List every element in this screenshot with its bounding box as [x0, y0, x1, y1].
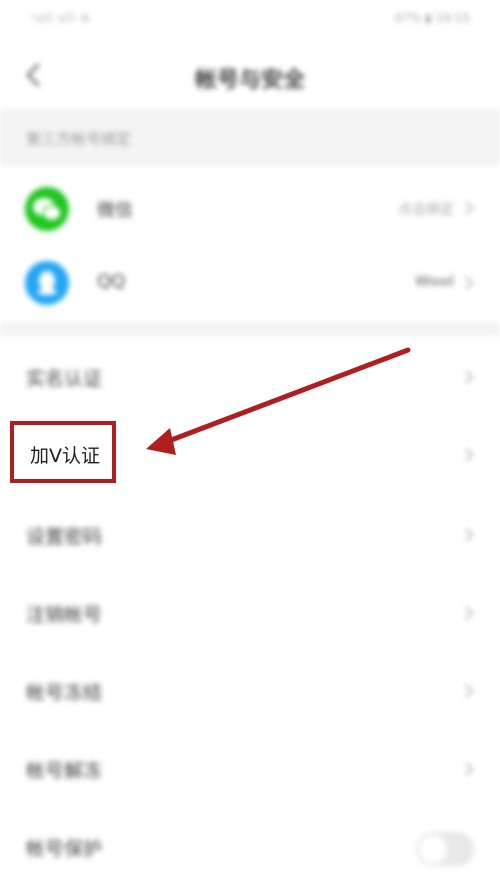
section-divider — [0, 322, 500, 336]
chevron-right-icon — [465, 276, 474, 290]
qq-binding-row[interactable]: QQ Wool — [0, 240, 500, 326]
qq-icon — [25, 261, 69, 305]
section-title: 第三方帐号绑定 — [26, 130, 132, 148]
wechat-icon — [25, 187, 69, 231]
chevron-right-icon — [465, 528, 474, 542]
real-name-verification-row[interactable]: 实名认证 — [0, 338, 500, 416]
unfreeze-account-row[interactable]: 帐号解冻 — [0, 730, 500, 808]
list-item-label: 帐号解冻 — [26, 760, 103, 782]
chevron-right-icon — [465, 370, 474, 384]
list-item-label: 实名认证 — [26, 368, 103, 390]
qq-account-name: Wool — [415, 274, 454, 290]
list-item-label: 设置密码 — [26, 526, 103, 548]
nav-bar: 帐号与安全 — [0, 44, 500, 108]
list-item-label: 帐号保护 — [26, 838, 103, 860]
toggle-knob — [419, 835, 447, 863]
third-party-section-header: 第三方帐号绑定 — [0, 108, 500, 166]
qq-label: QQ — [97, 271, 126, 292]
list-item-label: 注销帐号 — [26, 604, 103, 626]
page-title: 帐号与安全 — [194, 68, 305, 93]
v-verification-label: 加V认证 — [30, 445, 100, 467]
account-protection-row: 帐号保护 — [0, 808, 500, 886]
battery-time-status: 47% ▮ 19:15 — [394, 11, 471, 25]
chevron-right-icon — [465, 606, 474, 620]
chevron-right-icon — [465, 201, 474, 215]
freeze-account-row[interactable]: 帐号冻结 — [0, 652, 500, 730]
highlight-box[interactable]: 加V认证 — [10, 421, 116, 483]
account-protection-toggle[interactable] — [416, 832, 474, 866]
wechat-bind-status: 点击绑定 — [398, 202, 454, 218]
chevron-right-icon — [465, 762, 474, 776]
set-password-row[interactable]: 设置密码 — [0, 496, 500, 574]
cancel-account-row[interactable]: 注销帐号 — [0, 574, 500, 652]
chevron-right-icon — [465, 684, 474, 698]
wechat-label: 微信 — [97, 200, 133, 221]
list-item-label: 帐号冻结 — [26, 682, 103, 704]
signal-wifi-status: ¹ull ull ≋ — [30, 11, 92, 25]
chevron-right-icon — [465, 448, 474, 462]
status-bar: ¹ull ull ≋ 47% ▮ 19:15 — [0, 0, 500, 40]
